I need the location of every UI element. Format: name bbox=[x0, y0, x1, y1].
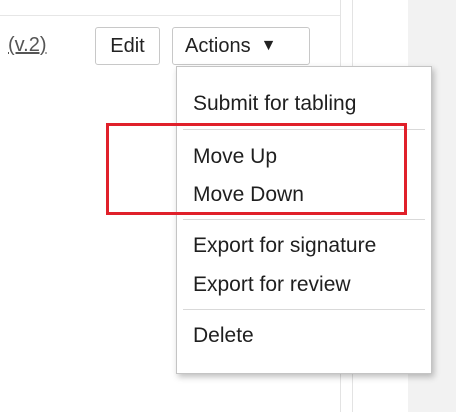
menu-divider bbox=[183, 219, 425, 220]
menu-item-move-down[interactable]: Move Down bbox=[193, 182, 304, 208]
actions-menu: Submit for tabling Move Up Move Down Exp… bbox=[176, 66, 432, 374]
page: (v.2) Edit Actions ▼ Submit for tabling … bbox=[0, 0, 456, 412]
menu-item-export-for-signature[interactable]: Export for signature bbox=[193, 233, 376, 259]
version-link[interactable]: (v.2) bbox=[8, 33, 47, 57]
actions-button-label: Actions bbox=[185, 35, 251, 57]
edit-button[interactable]: Edit bbox=[95, 27, 160, 65]
edit-button-label: Edit bbox=[110, 35, 145, 57]
menu-item-move-up[interactable]: Move Up bbox=[193, 144, 277, 170]
actions-dropdown-button[interactable]: Actions ▼ bbox=[172, 27, 310, 65]
menu-item-export-for-review[interactable]: Export for review bbox=[193, 272, 351, 298]
menu-item-submit-for-tabling[interactable]: Submit for tabling bbox=[193, 91, 356, 117]
menu-divider bbox=[183, 129, 425, 130]
row-divider bbox=[0, 15, 340, 16]
caret-down-icon: ▼ bbox=[260, 37, 277, 54]
menu-item-delete[interactable]: Delete bbox=[193, 323, 254, 349]
menu-divider bbox=[183, 309, 425, 310]
